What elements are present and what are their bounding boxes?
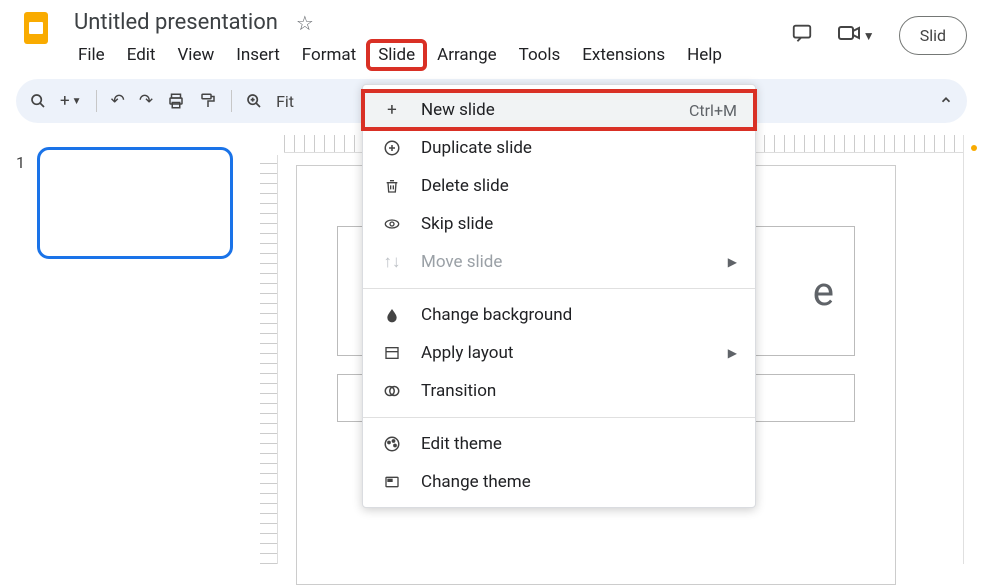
layout-icon [381, 345, 403, 361]
move-icon: ↑↓ [381, 252, 403, 272]
camera-icon [837, 21, 861, 51]
duplicate-icon [381, 139, 403, 157]
menubar: File Edit View Insert Format Slide Arran… [68, 41, 779, 69]
menu-view[interactable]: View [167, 41, 224, 69]
menu-transition[interactable]: Transition [363, 372, 755, 410]
right-sidebar [963, 135, 983, 564]
slides-logo[interactable] [16, 8, 56, 48]
palette-icon [381, 435, 403, 453]
slideshow-button[interactable]: Slid [899, 16, 967, 55]
slide-panel: 1 [0, 135, 260, 564]
search-icon[interactable] [30, 93, 46, 109]
zoom-icon[interactable] [246, 93, 262, 109]
slide-dropdown-menu: + New slide Ctrl+M Duplicate slide Delet… [362, 84, 756, 508]
menu-edit[interactable]: Edit [117, 41, 166, 69]
menu-arrange[interactable]: Arrange [427, 41, 506, 69]
undo-icon[interactable]: ↶ [111, 91, 125, 111]
submenu-arrow-icon: ▶ [728, 255, 737, 269]
menu-move-slide: ↑↓ Move slide ▶ [363, 243, 755, 281]
slide-thumbnail-1[interactable] [37, 147, 233, 259]
themes-icon[interactable] [971, 145, 977, 151]
menu-divider [363, 417, 755, 418]
menu-change-theme[interactable]: Change theme [363, 463, 755, 501]
separator [231, 90, 232, 112]
skip-icon [381, 216, 403, 232]
menu-apply-layout[interactable]: Apply layout ▶ [363, 334, 755, 372]
menu-slide[interactable]: Slide [368, 41, 425, 69]
menu-delete-slide[interactable]: Delete slide [363, 167, 755, 205]
menu-skip-slide[interactable]: Skip slide [363, 205, 755, 243]
menu-help[interactable]: Help [677, 41, 732, 69]
present-dropdown[interactable]: ▼ [837, 21, 875, 51]
paint-format-icon[interactable] [199, 92, 217, 110]
menu-change-background[interactable]: Change background [363, 296, 755, 334]
collapse-toolbar-icon[interactable] [939, 92, 953, 111]
chevron-down-icon: ▼ [863, 29, 875, 43]
comments-icon[interactable] [791, 22, 813, 50]
droplet-icon [381, 306, 403, 324]
menu-edit-theme[interactable]: Edit theme [363, 425, 755, 463]
transition-icon [381, 382, 403, 400]
menu-tools[interactable]: Tools [509, 41, 571, 69]
submenu-arrow-icon: ▶ [728, 346, 737, 360]
zoom-fit-label[interactable]: Fit [276, 92, 294, 111]
plus-icon: + [381, 100, 403, 120]
slide-number: 1 [16, 153, 25, 552]
trash-icon [381, 177, 403, 195]
menu-divider [363, 288, 755, 289]
redo-icon[interactable]: ↷ [139, 91, 153, 111]
menu-new-slide[interactable]: + New slide Ctrl+M [363, 91, 755, 129]
menu-duplicate-slide[interactable]: Duplicate slide [363, 129, 755, 167]
menu-file[interactable]: File [68, 41, 115, 69]
menu-format[interactable]: Format [292, 41, 366, 69]
star-icon[interactable]: ☆ [296, 11, 314, 35]
menu-insert[interactable]: Insert [226, 41, 290, 69]
ruler-vertical [260, 155, 278, 564]
new-slide-tool[interactable]: + ▼ [60, 91, 82, 111]
menu-extensions[interactable]: Extensions [572, 41, 675, 69]
separator [96, 90, 97, 112]
print-icon[interactable] [167, 92, 185, 110]
doc-title[interactable]: Untitled presentation [68, 8, 284, 37]
theme-icon [381, 474, 403, 490]
